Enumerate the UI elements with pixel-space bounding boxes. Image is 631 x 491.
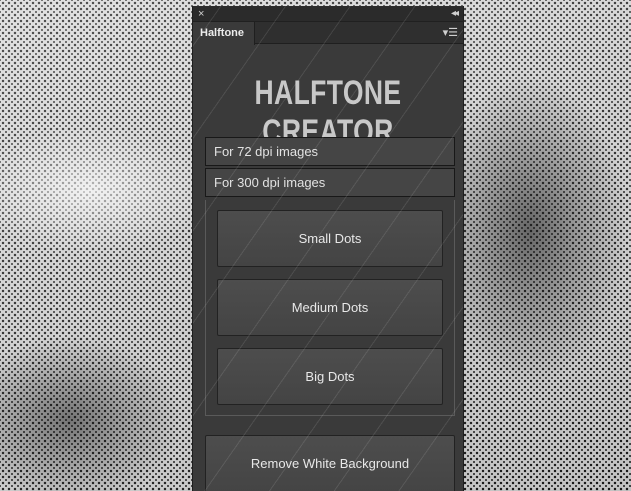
tab-halftone[interactable]: Halftone xyxy=(193,22,255,45)
big-dots-button[interactable]: Big Dots xyxy=(217,348,443,405)
collapse-icon[interactable]: ◂◂ xyxy=(451,7,459,21)
panel-tab-row: Halftone ▾☰ xyxy=(193,22,463,45)
medium-dots-button[interactable]: Medium Dots xyxy=(217,279,443,336)
panel-menu-icon[interactable]: ▾☰ xyxy=(443,26,458,40)
dpi-72-button[interactable]: For 72 dpi images xyxy=(205,137,455,166)
halftone-panel: × ◂◂ Halftone ▾☰ HALFTONE CREATOR For 72… xyxy=(192,6,464,491)
panel-title-bar: × ◂◂ xyxy=(193,6,463,22)
small-dots-button[interactable]: Small Dots xyxy=(217,210,443,267)
close-icon[interactable]: × xyxy=(198,7,204,21)
remove-white-background-button[interactable]: Remove White Background xyxy=(205,435,455,491)
dpi-300-button[interactable]: For 300 dpi images xyxy=(205,168,455,197)
